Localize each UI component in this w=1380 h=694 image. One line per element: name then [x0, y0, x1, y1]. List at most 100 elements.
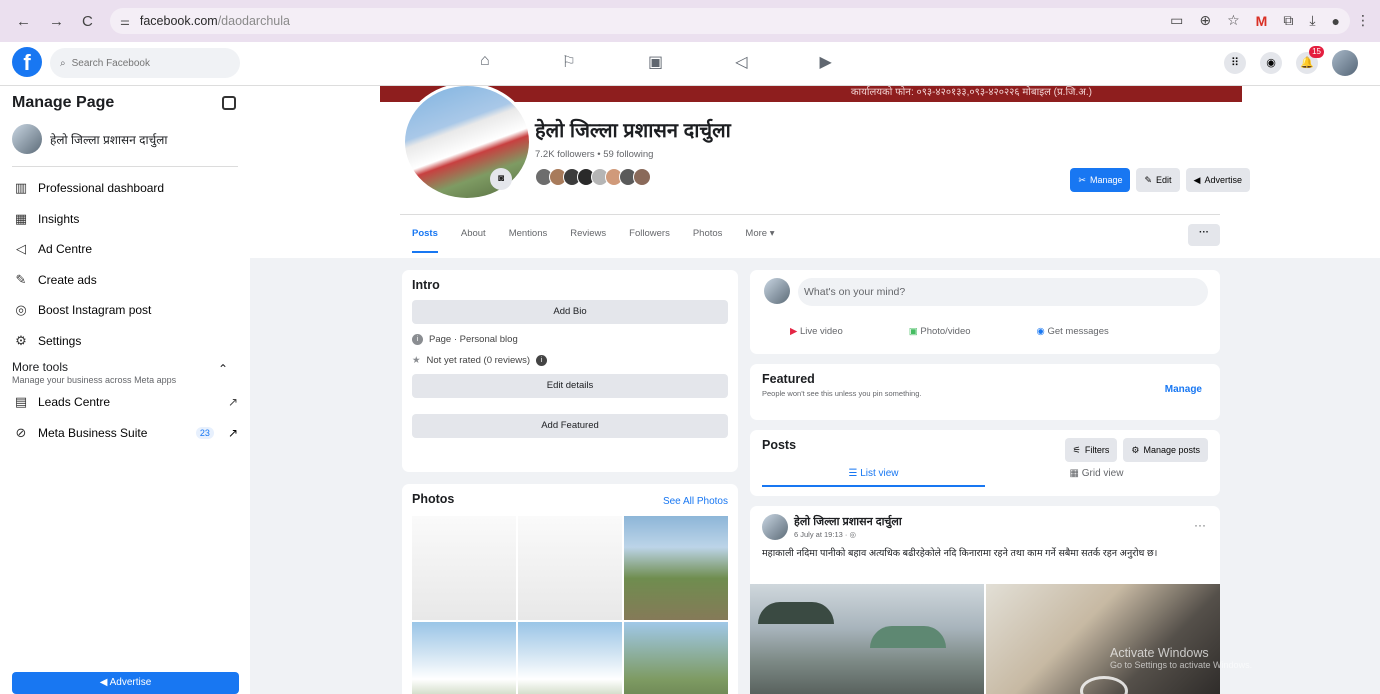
photo-video-button[interactable]: ▣ Photo/video: [909, 326, 971, 337]
post-image[interactable]: [750, 584, 984, 694]
follower-avatars[interactable]: [535, 168, 651, 186]
sidebar-page-switcher[interactable]: हेलो जिल्ला प्रशासन दार्चुला: [12, 124, 238, 154]
profile-icon[interactable]: ●: [1332, 13, 1340, 29]
sidebar-item-label: Meta Business Suite: [38, 425, 148, 440]
reload-icon[interactable]: C: [82, 13, 93, 30]
more-tools-toggle[interactable]: More tools Manage your business across M…: [12, 360, 238, 385]
add-bio-button[interactable]: Add Bio: [412, 300, 728, 324]
external-link-icon: ↗: [227, 395, 238, 410]
photos-card: Photos See All Photos: [402, 484, 738, 694]
live-video-label: Live video: [799, 326, 843, 337]
extensions-icon[interactable]: ⧉: [1283, 12, 1293, 29]
back-icon[interactable]: ←: [16, 13, 31, 30]
zoom-icon[interactable]: ⊕: [1199, 12, 1211, 29]
sidebar-item-create-ads[interactable]: ✎ Create ads: [12, 265, 238, 296]
manage-button[interactable]: ✂ Manage: [1070, 168, 1131, 192]
create-post-card: What's on your mind? ▶ Live video ▣ Phot…: [750, 270, 1220, 354]
messenger-icon[interactable]: ◉: [1260, 52, 1282, 74]
filters-button[interactable]: ⚟ Filters: [1064, 438, 1118, 462]
featured-card: Featured People won't see this unless yo…: [750, 364, 1220, 420]
bell-icon[interactable]: 🔔 15: [1296, 46, 1324, 74]
featured-manage-link[interactable]: Manage: [1165, 384, 1202, 395]
megaphone-icon[interactable]: ◁: [735, 52, 747, 72]
sidebar-page-name: हेलो जिल्ला प्रशासन दार्चुला: [50, 132, 168, 147]
notification-badge: 15: [1309, 46, 1324, 58]
sidebar-title: Manage Page: [12, 94, 115, 111]
profile-picture[interactable]: [402, 86, 532, 201]
tab-grid-view[interactable]: ▦ Grid view: [985, 468, 1208, 487]
tab-more[interactable]: More ▾: [745, 228, 774, 253]
manage-icon: ✂: [1078, 174, 1086, 185]
live-video-button[interactable]: ▶ Live video: [790, 326, 843, 337]
tab-reviews[interactable]: Reviews: [570, 228, 606, 253]
photo-thumbnail[interactable]: [412, 516, 516, 620]
add-featured-button[interactable]: Add Featured: [412, 414, 728, 438]
photo-thumbnail[interactable]: [624, 516, 728, 620]
advertise-button[interactable]: ◀ Advertise: [1185, 168, 1250, 192]
flag-icon[interactable]: ⚐: [562, 52, 576, 72]
tab-photos[interactable]: Photos: [693, 228, 723, 253]
tab-list-view[interactable]: ☰ List view: [762, 468, 985, 487]
edit-details-button[interactable]: Edit details: [412, 374, 728, 398]
sidebar-item-boost-instagram[interactable]: ◎ Boost Instagram post: [12, 295, 238, 326]
menu-grid-icon[interactable]: ⠿: [1224, 52, 1246, 74]
camera-icon[interactable]: ◙: [490, 168, 512, 190]
list-view-label: List view: [860, 468, 899, 479]
post-author[interactable]: हेलो जिल्ला प्रशासन दार्चुला: [794, 514, 902, 529]
info-icon[interactable]: i: [536, 355, 548, 366]
site-settings-icon[interactable]: ⚌: [120, 15, 130, 28]
get-messages-button[interactable]: ◉ Get messages: [1037, 326, 1109, 337]
gear-icon: ⚙: [1131, 444, 1140, 455]
posts-header-card: Posts ⚟ Filters ⚙ Manage posts ☰ List view…: [750, 430, 1220, 496]
sidebar-item-professional-dashboard[interactable]: ▥ Professional dashboard: [12, 173, 238, 204]
menu-icon[interactable]: ⋮: [1356, 12, 1370, 29]
photo-thumbnail[interactable]: [518, 622, 622, 694]
sidebar-item-settings[interactable]: ⚙ Settings: [12, 326, 238, 357]
marketplace-icon[interactable]: ▣: [648, 52, 663, 72]
advertise-button[interactable]: ◀ Advertise: [12, 672, 239, 694]
gmail-icon[interactable]: M: [1256, 13, 1268, 29]
photo-thumbnail[interactable]: [412, 622, 516, 694]
page-avatar: [12, 124, 42, 154]
whats-on-your-mind-input[interactable]: What's on your mind?: [798, 278, 1208, 306]
sidebar-item-meta-business-suite[interactable]: ⊘ Meta Business Suite 23 ↗: [12, 418, 238, 449]
photo-thumbnail[interactable]: [624, 622, 728, 694]
edit-button[interactable]: ✎ Edit: [1136, 168, 1180, 192]
tab-mentions[interactable]: Mentions: [509, 228, 548, 253]
sidebar-item-ad-centre[interactable]: ◁ Ad Centre: [12, 234, 238, 265]
home-icon[interactable]: ⌂: [480, 52, 490, 72]
star-icon: ★: [412, 355, 421, 366]
post-options-icon[interactable]: ···: [1194, 518, 1206, 532]
photo-thumbnail[interactable]: [518, 516, 622, 620]
follower-stats[interactable]: 7.2K followers • 59 following: [535, 149, 653, 160]
see-all-photos-link[interactable]: See All Photos: [663, 496, 728, 507]
tab-posts[interactable]: Posts: [412, 228, 438, 253]
screen-icon[interactable]: ▭: [1170, 12, 1183, 29]
avatar[interactable]: [1332, 50, 1358, 76]
manage-posts-button[interactable]: ⚙ Manage posts: [1123, 438, 1208, 462]
count-badge: 23: [195, 426, 214, 439]
download-icon[interactable]: ⤓: [1309, 12, 1315, 29]
tab-followers[interactable]: Followers: [629, 228, 670, 253]
sidebar-item-label: Insights: [38, 211, 80, 226]
posts-actions: ⚟ Filters ⚙ Manage posts: [1064, 438, 1208, 462]
star-icon[interactable]: ☆: [1227, 12, 1240, 29]
more-options-button[interactable]: ···: [1188, 224, 1220, 246]
video-camera-icon: ▶: [790, 326, 798, 337]
sidebar-item-leads-centre[interactable]: ▤ Leads Centre ↗: [12, 387, 238, 418]
video-icon[interactable]: ▶: [819, 52, 831, 72]
facebook-logo-icon[interactable]: f: [12, 47, 42, 77]
sidebar-item-insights[interactable]: ▦ Insights: [12, 204, 238, 235]
forward-icon[interactable]: →: [49, 13, 64, 30]
tab-about[interactable]: About: [461, 228, 486, 253]
main-content: कार्यालयको फोन: ०९३-४२०१३३,०९३-४२०२२६ मो…: [250, 86, 1380, 694]
collapse-sidebar-icon[interactable]: [222, 96, 236, 110]
manage-page-sidebar: Manage Page हेलो जिल्ला प्रशासन दार्चुला…: [0, 86, 250, 694]
address-bar[interactable]: ⚌ facebook.com/daodarchula: [110, 8, 1350, 34]
megaphone-icon: ◀: [1193, 174, 1201, 185]
page-avatar[interactable]: [762, 514, 788, 540]
search-box[interactable]: ⌕: [50, 48, 240, 78]
intro-card: Intro Add Bio i Page · Personal blog ★ N…: [402, 270, 738, 472]
search-input[interactable]: [71, 57, 212, 69]
post-timestamp[interactable]: 6 July at 19:13 · ◎: [794, 530, 856, 539]
